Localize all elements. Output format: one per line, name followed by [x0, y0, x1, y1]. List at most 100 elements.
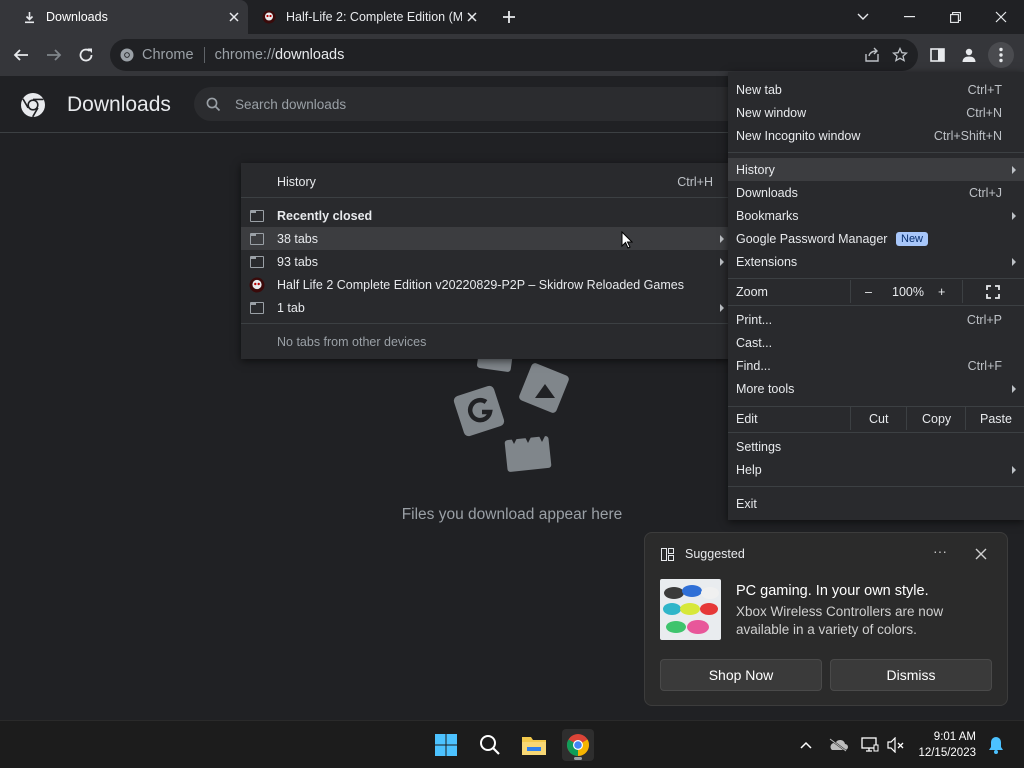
minimize-icon[interactable] [886, 0, 932, 34]
menu-divider [241, 197, 732, 198]
close-icon[interactable] [973, 546, 989, 562]
menu-item-exit[interactable]: Exit [728, 492, 1024, 515]
chevron-up-icon [800, 741, 812, 749]
taskbar-clock[interactable]: 9:01 AM 12/15/2023 [912, 729, 976, 761]
tab-icon [250, 301, 264, 314]
menu-item-help[interactable]: Help [728, 458, 1024, 481]
chrome-icon [567, 734, 589, 756]
taskbar: 9:01 AM 12/15/2023 [0, 720, 1024, 768]
star-icon[interactable] [892, 47, 908, 63]
side-panel-icon [929, 48, 945, 62]
suggested-body: Xbox Wireless Controllers are now availa… [736, 604, 944, 637]
omnibox[interactable]: Chrome chrome://downloads [110, 39, 918, 71]
copy-button[interactable]: Copy [922, 412, 951, 426]
close-icon[interactable] [462, 7, 482, 27]
file-explorer-button[interactable] [518, 729, 550, 761]
tab-title: Half-Life 2: Complete Edition (MU [286, 10, 462, 24]
profile-button[interactable] [956, 42, 982, 68]
submenu-arrow-icon [1012, 465, 1016, 474]
submenu-arrow-icon [1012, 211, 1016, 220]
more-options-icon[interactable]: ··· [933, 543, 947, 559]
folder-icon [522, 737, 546, 755]
window-close-icon[interactable] [978, 0, 1024, 34]
menu-item-settings[interactable]: Settings [728, 435, 1024, 458]
tab-search-icon[interactable] [840, 0, 886, 34]
close-icon[interactable] [224, 7, 244, 27]
skull-icon [249, 277, 265, 292]
cut-button[interactable]: Cut [869, 412, 888, 426]
recent-item-half-life[interactable]: Half Life 2 Complete Edition v20220829-P… [241, 273, 732, 296]
menu-item-password-manager[interactable]: Google Password Manager New [728, 227, 1024, 250]
reload-button[interactable] [73, 42, 99, 68]
submenu-arrow-icon [1012, 165, 1016, 174]
menu-item-cast[interactable]: Cast... [728, 331, 1024, 354]
network-icon[interactable] [860, 735, 880, 755]
recent-item-93-tabs[interactable]: 93 tabs [241, 250, 732, 273]
notifications-icon[interactable] [986, 735, 1006, 755]
restore-icon[interactable] [932, 0, 978, 34]
menu-item-new-incognito[interactable]: New Incognito window Ctrl+Shift+N [728, 124, 1024, 147]
zoom-out-button[interactable]: – [865, 285, 872, 299]
chrome-logo-icon [21, 93, 45, 118]
menu-item-history[interactable]: History [728, 158, 1024, 181]
tab-strip: Downloads Half-Life 2: Complete Edition … [0, 0, 1024, 34]
menu-item-downloads[interactable]: Downloads Ctrl+J [728, 181, 1024, 204]
suggested-header: Suggested [685, 547, 745, 561]
clock-time: 9:01 AM [933, 731, 976, 743]
clock-date: 12/15/2023 [918, 747, 976, 759]
recent-item-38-tabs[interactable]: 38 tabs [241, 227, 732, 250]
no-devices-note: No tabs from other devices [277, 334, 427, 349]
taskbar-search-button[interactable] [474, 729, 506, 761]
more-vert-icon [999, 47, 1003, 63]
skull-icon [262, 10, 276, 24]
widgets-icon [661, 548, 674, 561]
back-button[interactable] [8, 42, 34, 68]
start-button[interactable] [430, 729, 462, 761]
menu-item-history[interactable]: History Ctrl+H [241, 170, 732, 193]
side-panel-button[interactable] [924, 42, 950, 68]
recent-item-1-tab[interactable]: 1 tab [241, 296, 732, 319]
menu-item-find[interactable]: Find... Ctrl+F [728, 354, 1024, 377]
new-tab-button[interactable] [498, 6, 520, 28]
site-chip: Chrome [142, 47, 194, 63]
menu-item-more-tools[interactable]: More tools [728, 377, 1024, 400]
dismiss-button[interactable]: Dismiss [830, 659, 992, 691]
fullscreen-icon[interactable] [986, 285, 1000, 299]
onedrive-icon[interactable] [828, 735, 848, 755]
menu-item-extensions[interactable]: Extensions [728, 250, 1024, 273]
menu-divider [728, 432, 1024, 433]
menu-item-bookmarks[interactable]: Bookmarks [728, 204, 1024, 227]
share-icon[interactable] [864, 47, 880, 63]
tab-icon [250, 209, 264, 222]
suggested-headline: PC gaming. In your own style. [736, 583, 929, 599]
search-placeholder: Search downloads [235, 96, 347, 112]
submenu-arrow-icon [720, 257, 724, 266]
tab-title: Downloads [46, 10, 108, 24]
submenu-arrow-icon [1012, 384, 1016, 393]
chrome-taskbar-button[interactable] [562, 729, 594, 761]
paste-button[interactable]: Paste [980, 412, 1012, 426]
menu-button[interactable] [988, 42, 1014, 68]
menu-divider [728, 278, 1024, 279]
tab-downloads[interactable]: Downloads [0, 0, 248, 34]
suggested-notification: Suggested ··· PC gaming. In your own sty… [644, 532, 1008, 706]
controllers-image [660, 579, 721, 640]
search-input[interactable]: Search downloads [194, 87, 754, 121]
menu-item-new-tab[interactable]: New tab Ctrl+T [728, 78, 1024, 101]
tab-half-life[interactable]: Half-Life 2: Complete Edition (MU [250, 0, 486, 34]
download-icon [22, 10, 36, 24]
chrome-icon [120, 48, 134, 62]
show-hidden-icons-button[interactable] [796, 735, 816, 755]
menu-item-print[interactable]: Print... Ctrl+P [728, 308, 1024, 331]
windows-icon [435, 734, 457, 756]
window-controls [840, 0, 1024, 34]
arrow-right-icon [47, 49, 62, 61]
volume-muted-icon[interactable] [886, 735, 906, 755]
shop-now-button[interactable]: Shop Now [660, 659, 822, 691]
zoom-in-button[interactable]: + [938, 285, 945, 299]
menu-item-new-window[interactable]: New window Ctrl+N [728, 101, 1024, 124]
menu-zoom-row: Zoom – 100% + [728, 280, 1024, 303]
forward-button[interactable] [41, 42, 67, 68]
new-badge: New [896, 231, 929, 246]
menu-divider [728, 486, 1024, 487]
